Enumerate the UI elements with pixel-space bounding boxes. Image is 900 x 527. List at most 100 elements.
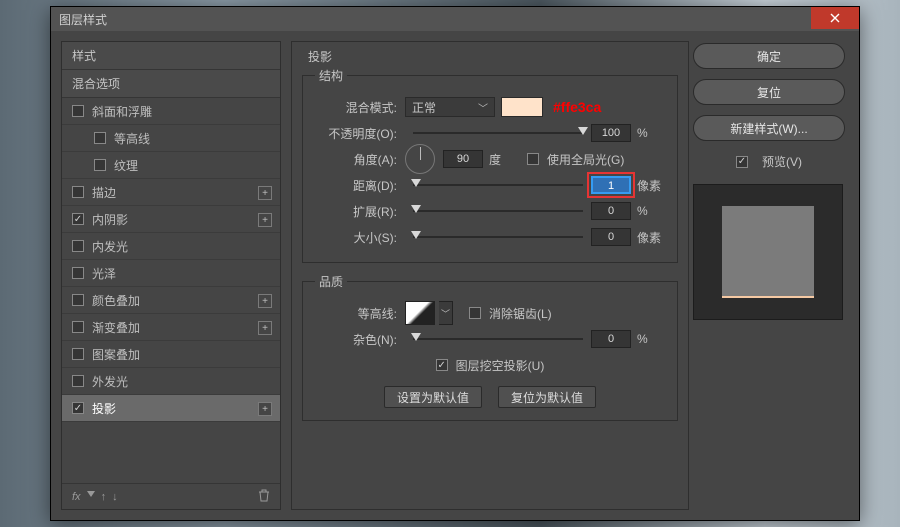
- sidebar-item-label: 描边: [92, 184, 116, 201]
- color-swatch[interactable]: [501, 97, 543, 117]
- contour-row: 等高线: ﹀ 消除锯齿(L): [315, 300, 665, 326]
- global-light-checkbox[interactable]: [527, 153, 539, 165]
- add-effect-button[interactable]: +: [258, 186, 272, 200]
- checkbox-icon[interactable]: [72, 321, 84, 333]
- chevron-down-icon[interactable]: [87, 491, 95, 497]
- new-style-button[interactable]: 新建样式(W)...: [693, 115, 845, 141]
- styles-header[interactable]: 样式: [62, 42, 280, 70]
- structure-group: 结构 混合模式: 正常 ﹀ #ffe3ca 不透明度(O): 100: [302, 67, 678, 263]
- sidebar-item-satin[interactable]: 光泽: [62, 260, 280, 287]
- ok-button[interactable]: 确定: [693, 43, 845, 69]
- sidebar-item-inner-glow[interactable]: 内发光: [62, 233, 280, 260]
- reset-default-button[interactable]: 复位为默认值: [498, 386, 596, 408]
- sidebar-item-texture[interactable]: 纹理: [62, 152, 280, 179]
- set-default-button[interactable]: 设置为默认值: [384, 386, 482, 408]
- add-effect-button[interactable]: +: [258, 213, 272, 227]
- arrow-down-icon[interactable]: ↓: [112, 491, 118, 503]
- structure-legend: 结构: [315, 67, 347, 84]
- checkbox-icon[interactable]: [72, 402, 84, 414]
- sidebar-item-outer-glow[interactable]: 外发光: [62, 368, 280, 395]
- sidebar-item-label: 斜面和浮雕: [92, 103, 152, 120]
- preview-checkbox[interactable]: [736, 156, 748, 168]
- knockout-checkbox[interactable]: [436, 359, 448, 371]
- chevron-down-icon[interactable]: ﹀: [439, 301, 453, 325]
- sidebar-item-label: 内阴影: [92, 211, 128, 228]
- sidebar-item-stroke[interactable]: 描边 +: [62, 179, 280, 206]
- slider-thumb-icon[interactable]: [411, 205, 421, 213]
- angle-dial[interactable]: [405, 144, 435, 174]
- sidebar-item-inner-shadow[interactable]: 内阴影 +: [62, 206, 280, 233]
- spread-input[interactable]: 0: [591, 202, 631, 220]
- default-buttons-row: 设置为默认值 复位为默认值: [315, 386, 665, 408]
- trash-icon[interactable]: [258, 489, 270, 505]
- distance-slider[interactable]: [413, 184, 583, 186]
- add-effect-button[interactable]: +: [258, 402, 272, 416]
- size-slider[interactable]: [413, 236, 583, 238]
- noise-slider[interactable]: [413, 338, 583, 340]
- size-label: 大小(S):: [315, 229, 405, 246]
- arrow-up-icon[interactable]: ↑: [101, 491, 107, 503]
- opacity-slider[interactable]: [413, 132, 583, 134]
- checkbox-icon[interactable]: [94, 132, 106, 144]
- cancel-button[interactable]: 复位: [693, 79, 845, 105]
- sidebar-item-label: 纹理: [114, 157, 138, 174]
- window-title: 图层样式: [59, 11, 107, 28]
- noise-row: 杂色(N): 0 %: [315, 326, 665, 352]
- global-light-label: 使用全局光(G): [547, 151, 624, 168]
- sidebar-item-contour[interactable]: 等高线: [62, 125, 280, 152]
- angle-input[interactable]: 90: [443, 150, 483, 168]
- sidebar-item-label: 颜色叠加: [92, 292, 140, 309]
- opacity-input[interactable]: 100: [591, 124, 631, 142]
- sidebar-item-drop-shadow[interactable]: 投影 +: [62, 395, 280, 422]
- spread-unit: %: [637, 204, 665, 218]
- preview-toggle-row: 预览(V): [693, 153, 845, 170]
- blend-mode-value: 正常: [412, 99, 436, 116]
- add-effect-button[interactable]: +: [258, 321, 272, 335]
- checkbox-icon[interactable]: [72, 186, 84, 198]
- knockout-row: 图层挖空投影(U): [315, 352, 665, 378]
- slider-thumb-icon[interactable]: [578, 127, 588, 135]
- angle-label: 角度(A):: [315, 151, 405, 168]
- antialias-label: 消除锯齿(L): [489, 305, 552, 322]
- preview-swatch: [722, 206, 814, 298]
- blend-mode-dropdown[interactable]: 正常 ﹀: [405, 97, 495, 117]
- fx-icon[interactable]: fx: [72, 491, 81, 503]
- slider-thumb-icon[interactable]: [411, 179, 421, 187]
- sidebar-item-pattern-overlay[interactable]: 图案叠加: [62, 341, 280, 368]
- checkbox-icon[interactable]: [72, 348, 84, 360]
- titlebar: 图层样式: [51, 7, 859, 31]
- size-input[interactable]: 0: [591, 228, 631, 246]
- angle-unit: 度: [489, 151, 517, 168]
- checkbox-icon[interactable]: [72, 105, 84, 117]
- panel-title: 投影: [308, 48, 678, 65]
- antialias-checkbox[interactable]: [469, 307, 481, 319]
- add-effect-button[interactable]: +: [258, 294, 272, 308]
- color-annotation: #ffe3ca: [553, 99, 601, 115]
- spread-row: 扩展(R): 0 %: [315, 198, 665, 224]
- checkbox-icon[interactable]: [72, 213, 84, 225]
- checkbox-icon[interactable]: [72, 240, 84, 252]
- slider-thumb-icon[interactable]: [411, 231, 421, 239]
- size-unit: 像素: [637, 229, 665, 246]
- size-row: 大小(S): 0 像素: [315, 224, 665, 250]
- distance-input[interactable]: 1: [591, 176, 631, 194]
- preview-label: 预览(V): [762, 153, 802, 170]
- checkbox-icon[interactable]: [72, 375, 84, 387]
- noise-input[interactable]: 0: [591, 330, 631, 348]
- close-icon: [830, 13, 840, 23]
- checkbox-icon[interactable]: [72, 294, 84, 306]
- checkbox-icon[interactable]: [72, 267, 84, 279]
- chevron-down-icon: ﹀: [478, 100, 488, 115]
- blend-options-header[interactable]: 混合选项: [62, 70, 280, 98]
- slider-thumb-icon[interactable]: [411, 333, 421, 341]
- close-button[interactable]: [811, 7, 859, 29]
- sidebar-item-bevel[interactable]: 斜面和浮雕: [62, 98, 280, 125]
- action-pane: 确定 复位 新建样式(W)... 预览(V): [689, 41, 849, 510]
- sidebar-item-color-overlay[interactable]: 颜色叠加 +: [62, 287, 280, 314]
- contour-picker[interactable]: [405, 301, 435, 325]
- sidebar-item-gradient-overlay[interactable]: 渐变叠加 +: [62, 314, 280, 341]
- opacity-unit: %: [637, 126, 665, 140]
- sidebar-item-label: 等高线: [114, 130, 150, 147]
- spread-slider[interactable]: [413, 210, 583, 212]
- checkbox-icon[interactable]: [94, 159, 106, 171]
